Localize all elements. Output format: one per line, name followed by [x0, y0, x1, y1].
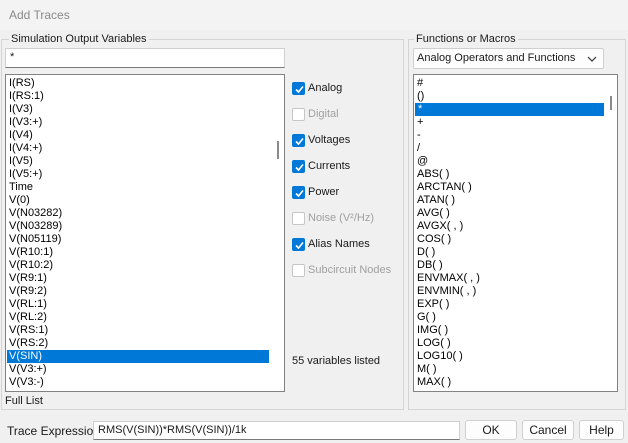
checkbox-empty-icon	[292, 108, 305, 121]
variables-scroll-thumb[interactable]	[277, 141, 279, 159]
checkmark-icon	[292, 134, 305, 147]
variable-list-item[interactable]: I(V5)	[9, 155, 33, 168]
function-list-item[interactable]: #	[417, 77, 423, 90]
filter-input[interactable]: *	[5, 48, 285, 68]
variable-list-item[interactable]: I(V3)	[9, 103, 33, 116]
help-button[interactable]: Help	[579, 420, 624, 440]
function-list-item[interactable]: D( )	[417, 246, 435, 259]
functions-dropdown[interactable]: Analog Operators and Functions	[413, 48, 604, 69]
checkmark-icon	[292, 160, 305, 173]
function-list-item[interactable]: LOG( )	[417, 337, 451, 350]
checkmark-icon	[292, 186, 305, 199]
variable-list-item[interactable]: I(V4:+)	[9, 142, 42, 155]
variable-list-item[interactable]: V(RS:2)	[9, 337, 48, 350]
ok-button[interactable]: OK	[465, 420, 517, 440]
title-bar: Add Traces	[0, 0, 628, 30]
functions-list[interactable]: #() * + - / @ ABS( ) ARCTAN( ) ATAN( ) AVG( ) AVGX…	[413, 74, 618, 392]
function-list-item[interactable]: ARCTAN( )	[417, 181, 472, 194]
window-title: Add Traces	[9, 8, 70, 22]
variable-list-item[interactable]: I(V5:+)	[9, 168, 42, 181]
simulation-output-label: Simulation Output Variables	[9, 33, 149, 45]
variable-list-item[interactable]: I(RS)	[9, 77, 35, 90]
function-list-item[interactable]: *	[415, 103, 604, 116]
function-list-item[interactable]: /	[417, 142, 420, 155]
variable-list-item[interactable]: V(RS:1)	[9, 324, 48, 337]
function-list-item[interactable]: COS( )	[417, 233, 451, 246]
variable-list-item[interactable]: V(V3:-)	[9, 376, 44, 389]
option-label: Analog	[308, 82, 343, 94]
variable-list-item[interactable]: V(N05119)	[9, 233, 61, 246]
variable-list-item[interactable]: V(R9:2)	[9, 285, 47, 298]
cancel-button[interactable]: Cancel	[522, 420, 574, 440]
checkmark-icon	[292, 82, 305, 95]
function-list-item[interactable]: MAX( )	[417, 376, 451, 389]
variable-list-item[interactable]: V(R10:2)	[9, 259, 53, 272]
option-checkbox: Subcircuit Nodes	[292, 264, 402, 280]
function-list-item[interactable]: ()	[417, 90, 424, 103]
functions-dropdown-value: Analog Operators and Functions	[417, 52, 576, 64]
checkbox-empty-icon	[292, 212, 305, 225]
option-label: Noise (V²/Hz)	[308, 212, 375, 224]
functions-scrollbar[interactable]	[606, 76, 616, 390]
variable-list-item[interactable]: V(N03289)	[9, 220, 62, 233]
function-list-item[interactable]: AVG( )	[417, 207, 450, 220]
function-list-item[interactable]: -	[417, 129, 421, 142]
option-checkbox[interactable]: Voltages	[292, 134, 402, 150]
function-list-item[interactable]: M( )	[417, 363, 437, 376]
variable-list-item[interactable]: V(SIN)	[7, 350, 269, 363]
function-list-item[interactable]: DB( )	[417, 259, 443, 272]
function-list-item[interactable]: ABS( )	[417, 168, 449, 181]
function-list-item[interactable]: @	[417, 155, 428, 168]
trace-expression-label: Trace Expression:	[7, 424, 104, 438]
variables-scrollbar[interactable]	[274, 76, 284, 390]
variable-list-item[interactable]: V(N03282)	[9, 207, 62, 220]
variable-list-item[interactable]: V(0)	[9, 194, 30, 207]
option-label: Power	[308, 186, 340, 198]
checkbox-empty-icon	[292, 264, 305, 277]
functions-label: Functions or Macros	[414, 33, 518, 45]
function-list-item[interactable]: G( )	[417, 311, 436, 324]
function-list-item[interactable]: ENVMAX( , )	[417, 272, 480, 285]
option-label: Alias Names	[308, 238, 370, 250]
option-label: Currents	[308, 160, 351, 172]
chevron-down-icon	[587, 54, 597, 66]
variable-list-item[interactable]: V(RL:2)	[9, 311, 47, 324]
functions-scroll-thumb[interactable]	[610, 96, 612, 110]
option-label: Digital	[308, 108, 339, 120]
option-checkbox: Digital	[292, 108, 402, 124]
function-list-item[interactable]: +	[417, 116, 423, 129]
option-checkbox[interactable]: Power	[292, 186, 402, 202]
variable-list-item[interactable]: V(RL:1)	[9, 298, 47, 311]
variables-count: 55 variables listed	[292, 355, 381, 367]
trace-expression-input[interactable]: RMS(V(SIN))*RMS(V(SIN))/1k	[93, 421, 460, 440]
option-label: Voltages	[308, 134, 351, 146]
variable-list-item[interactable]: V(R9:1)	[9, 272, 47, 285]
option-checkbox[interactable]: Analog	[292, 82, 402, 98]
full-list-label: Full List	[5, 395, 43, 407]
variable-list-item[interactable]: I(RS:1)	[9, 90, 44, 103]
function-list-item[interactable]: ATAN( )	[417, 194, 455, 207]
function-list-item[interactable]: AVGX( , )	[417, 220, 463, 233]
option-checkbox[interactable]: Currents	[292, 160, 402, 176]
option-checkbox[interactable]: Alias Names	[292, 238, 402, 254]
function-list-item[interactable]: ENVMIN( , )	[417, 285, 476, 298]
option-label: Subcircuit Nodes	[308, 264, 392, 276]
function-list-item[interactable]: EXP( )	[417, 298, 449, 311]
checkmark-icon	[292, 238, 305, 251]
variable-list-item[interactable]: V(V3:+)	[9, 363, 47, 376]
function-list-item[interactable]: IMG( )	[417, 324, 448, 337]
option-checkbox: Noise (V²/Hz)	[292, 212, 402, 228]
function-list-item[interactable]: LOG10( )	[417, 350, 463, 363]
variable-list-item[interactable]: I(V3:+)	[9, 116, 42, 129]
variable-list-item[interactable]: V(R10:1)	[9, 246, 53, 259]
variable-list-item[interactable]: Time	[9, 181, 33, 194]
variable-list-item[interactable]: I(V4)	[9, 129, 33, 142]
variables-list[interactable]: I(RS) I(RS:1) I(V3) I(V3:+) I(V4) I(V4:+) I(V5…	[5, 74, 285, 392]
